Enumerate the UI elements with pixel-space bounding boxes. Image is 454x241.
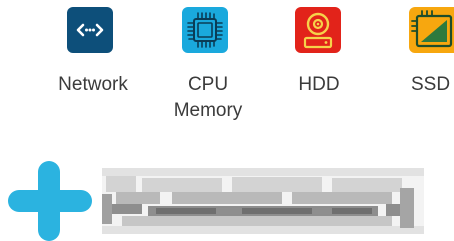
cpu-memory-tile[interactable]	[182, 7, 228, 53]
hdd-label: HDD	[298, 74, 340, 95]
pixelated-text-block	[102, 168, 424, 234]
cpu-memory-label: CPU Memory	[160, 72, 256, 124]
hard-disk-icon	[303, 12, 333, 49]
network-arrows-icon	[76, 23, 104, 37]
category-panel: Network CPU Memory HDD SSD	[0, 0, 454, 241]
ssd-tile[interactable]	[409, 7, 454, 53]
cpu-chip-icon	[187, 12, 223, 48]
cpu-label-line: CPU	[187, 74, 229, 95]
memory-label-line: Memory	[173, 100, 243, 121]
hdd-tile[interactable]	[295, 7, 341, 53]
redacted-text-block	[102, 168, 424, 234]
network-tile[interactable]	[67, 7, 113, 53]
network-label: Network	[58, 74, 128, 95]
plus-icon	[8, 161, 92, 241]
add-item-button[interactable]	[8, 161, 92, 241]
ssd-chip-icon	[411, 10, 453, 48]
ssd-label: SSD	[411, 74, 451, 95]
